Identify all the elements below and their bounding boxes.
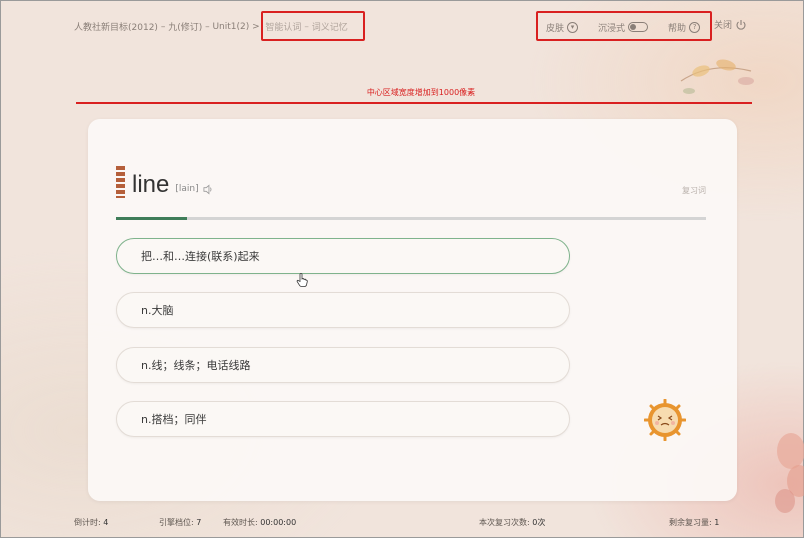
status-bar: 倒计时: 4 引擎档位: 7 有效时长: 00:00:00 本次复习次数: 0次… — [1, 516, 804, 532]
word-phonetic: [lain] — [175, 184, 199, 194]
breadcrumb-book[interactable]: 人教社新目标(2012) — [74, 20, 158, 33]
breadcrumb-unit[interactable]: Unit1(2) — [212, 22, 249, 32]
countdown-label: 倒计时: — [74, 518, 101, 527]
breadcrumb-separator: – — [160, 21, 166, 32]
word-text: line — [132, 171, 170, 198]
progress-fill — [116, 217, 187, 220]
review-word-label[interactable]: 复习词 — [682, 185, 706, 196]
remaining-review: 剩余复习量: 1 — [669, 517, 719, 528]
annotation-box-toolbar — [536, 11, 712, 41]
study-card: line [lain] 复习词 把…和…连接(联系)起来 n.大脑 n.线；线条… — [88, 119, 737, 501]
countdown: 倒计时: 4 — [74, 517, 108, 528]
power-icon — [736, 19, 746, 30]
progress-bar — [116, 217, 706, 220]
mascot-sun-icon[interactable] — [644, 399, 686, 441]
engine-value: 7 — [196, 518, 202, 527]
duration-value: 00:00:00 — [260, 518, 297, 527]
option-label: n.搭档；同伴 — [141, 413, 207, 426]
option-label: n.线；线条；电话线路 — [141, 359, 251, 372]
flower-decoration — [775, 433, 804, 513]
close-label: 关闭 — [714, 21, 733, 31]
annotation-box-breadcrumb — [261, 11, 365, 41]
engine-label: 引擎档位: — [159, 518, 194, 527]
close-button[interactable]: 关闭 — [714, 18, 747, 31]
review-count-label: 本次复习次数: — [479, 518, 530, 527]
annotation-text: 中心区域宽度增加到1000像素 — [366, 88, 476, 97]
option-1[interactable]: 把…和…连接(联系)起来 — [116, 238, 570, 274]
option-3[interactable]: n.线；线条；电话线路 — [116, 347, 570, 383]
top-bar: 人教社新目标(2012) – 九(修订) – Unit1(2) > 智能认词 –… — [1, 1, 804, 51]
word-header: line [lain] — [116, 164, 214, 198]
effective-duration: 有效时长: 00:00:00 — [223, 517, 296, 528]
option-label: n.大脑 — [141, 304, 174, 317]
duration-label: 有效时长: — [223, 518, 258, 527]
option-4[interactable]: n.搭档；同伴 — [116, 401, 570, 437]
review-count-value: 0次 — [532, 518, 546, 527]
annotation-line — [76, 102, 752, 104]
review-count: 本次复习次数: 0次 — [479, 517, 545, 528]
remaining-label: 剩余复习量: — [669, 518, 712, 527]
engine-gear: 引擎档位: 7 — [159, 517, 201, 528]
speaker-icon[interactable] — [203, 184, 214, 195]
option-2[interactable]: n.大脑 — [116, 292, 570, 328]
breadcrumb-arrow: > — [252, 21, 260, 32]
hand-cursor-icon — [296, 273, 308, 287]
option-label: 把…和…连接(联系)起来 — [141, 250, 260, 263]
breadcrumb-grade[interactable]: 九(修订) — [168, 20, 202, 33]
remaining-value: 1 — [714, 518, 720, 527]
word-level-bars — [116, 166, 125, 198]
breadcrumb-separator: – — [205, 21, 210, 32]
countdown-value: 4 — [103, 518, 109, 527]
